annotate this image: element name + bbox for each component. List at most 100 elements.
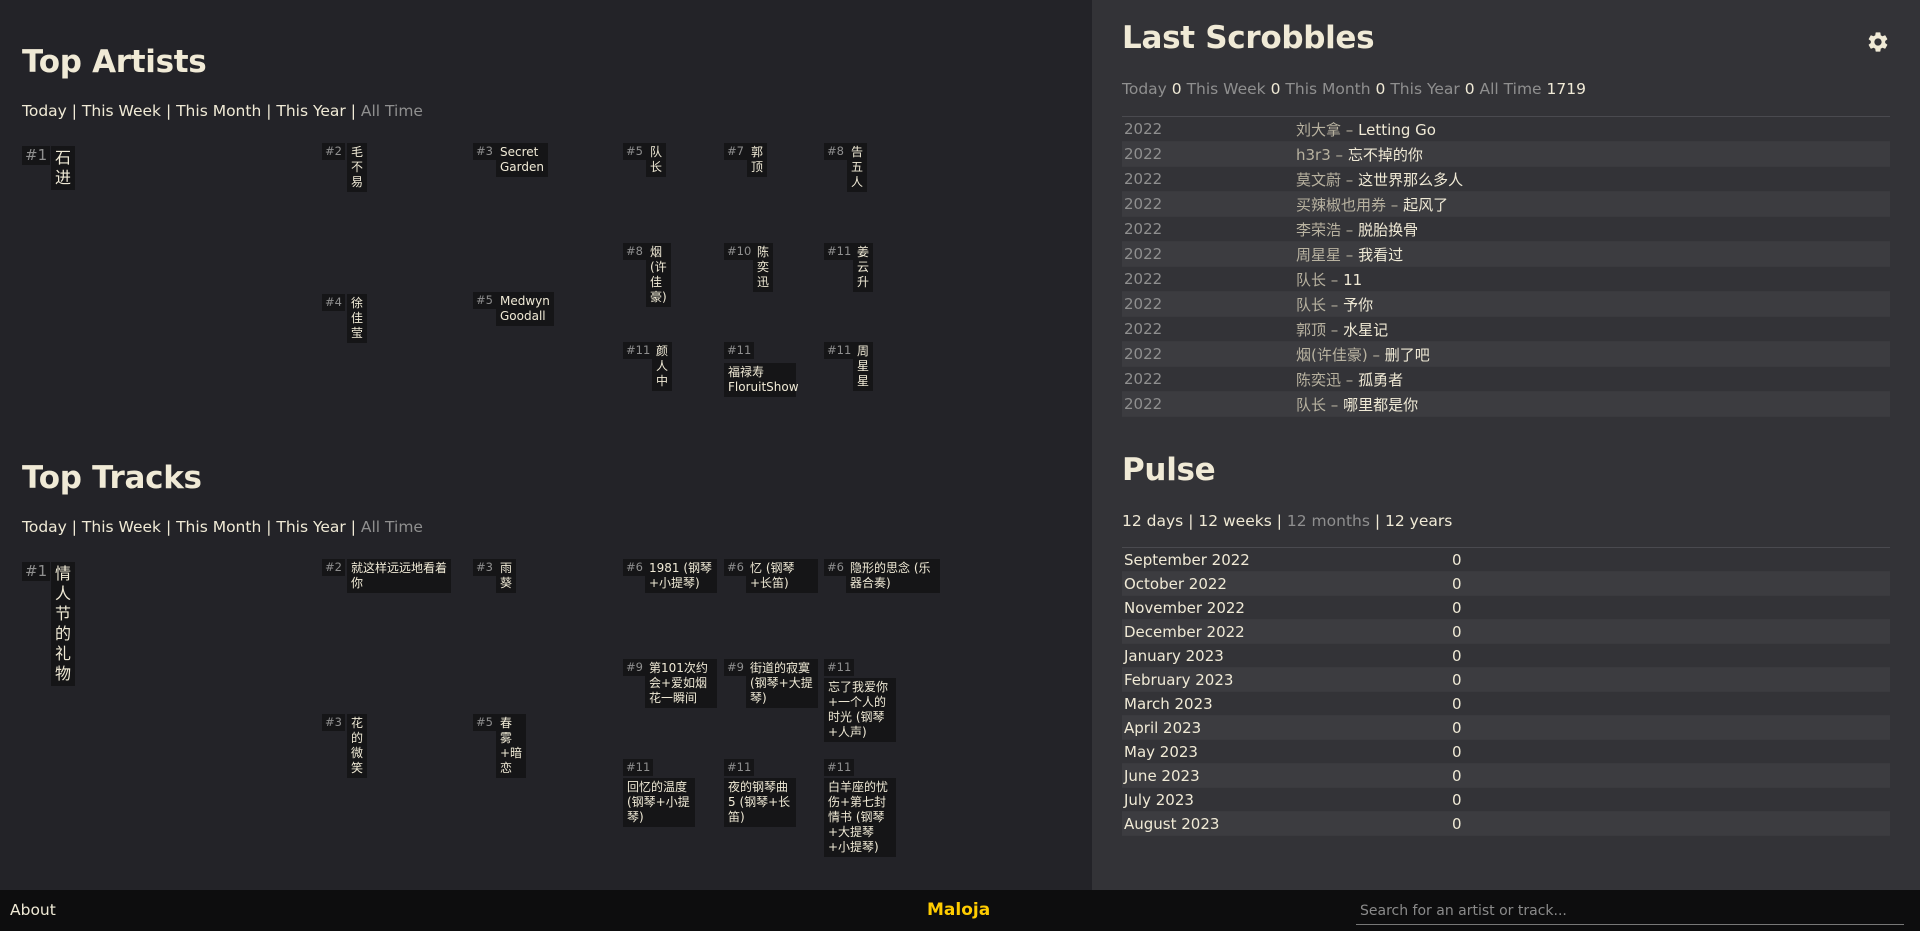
scrobble-row[interactable]: 2022 李荣浩 – 脱胎换骨 <box>1122 216 1890 242</box>
search-input[interactable] <box>1356 898 1904 925</box>
pulse-month[interactable]: May 2023 <box>1122 739 1450 764</box>
scrobble-artist[interactable]: 队长 <box>1296 296 1326 314</box>
track-name: 第101次约会+爱如烟花一瞬间 <box>645 659 717 708</box>
rank-badge: #10 <box>724 243 755 260</box>
scrobble-entry: 陈奕迅 – 孤勇者 <box>1294 366 1890 392</box>
scrobble-track[interactable]: 忘不掉的你 <box>1348 146 1423 164</box>
pulse-month[interactable]: October 2022 <box>1122 571 1450 596</box>
brand-logo[interactable]: Maloja <box>927 900 990 920</box>
scrobble-artist[interactable]: 队长 <box>1296 396 1326 414</box>
pulse-month[interactable]: March 2023 <box>1122 691 1450 716</box>
scrobble-artist[interactable]: 买辣椒也用券 <box>1296 196 1386 214</box>
scrobble-row[interactable]: 2022 队长 – 予你 <box>1122 291 1890 317</box>
pulse-month[interactable]: February 2023 <box>1122 667 1450 692</box>
filter-this-month[interactable]: This Month <box>176 102 261 120</box>
pulse-month[interactable]: August 2023 <box>1122 811 1450 836</box>
scrobble-time: 2022 <box>1122 266 1294 292</box>
pulse-month[interactable]: December 2022 <box>1122 619 1450 644</box>
pulse-month[interactable]: November 2022 <box>1122 595 1450 620</box>
about-link[interactable]: About <box>10 901 56 919</box>
pulse-month[interactable]: September 2022 <box>1122 547 1450 572</box>
scrobble-row[interactable]: 2022 陈奕迅 – 孤勇者 <box>1122 366 1890 392</box>
scrobble-artist[interactable]: 莫文蔚 <box>1296 171 1341 189</box>
scrobble-artist[interactable]: 刘大拿 <box>1296 121 1341 139</box>
scrobble-track[interactable]: 删了吧 <box>1385 346 1430 364</box>
pulse-count: 0 <box>1450 691 1890 716</box>
count-label[interactable]: This Year <box>1390 80 1459 98</box>
pulse-row: March 2023 0 <box>1122 691 1890 716</box>
scrobble-entry: 买辣椒也用券 – 起风了 <box>1294 191 1890 217</box>
rank-badge: #5 <box>473 714 496 731</box>
last-scrobbles-title: Last Scrobbles <box>1122 20 1375 56</box>
scrobble-time: 2022 <box>1122 116 1294 142</box>
scrobble-row[interactable]: 2022 买辣椒也用券 – 起风了 <box>1122 191 1890 217</box>
filter-this-week[interactable]: This Week <box>82 518 161 536</box>
scrobble-artist[interactable]: h3r3 <box>1296 146 1331 164</box>
count-value: 0 <box>1270 80 1281 98</box>
pulse-row: September 2022 0 <box>1122 547 1890 572</box>
count-label[interactable]: This Month <box>1285 80 1370 98</box>
scrobble-row[interactable]: 2022 郭顶 – 水星记 <box>1122 316 1890 342</box>
pulse-count: 0 <box>1450 595 1890 620</box>
filter-this-week[interactable]: This Week <box>82 102 161 120</box>
count-label[interactable]: All Time <box>1480 80 1542 98</box>
scrobble-track[interactable]: Letting Go <box>1358 121 1436 139</box>
scrobble-track[interactable]: 予你 <box>1343 296 1373 314</box>
artist-name: Secret Garden <box>496 143 548 177</box>
scrobble-artist[interactable]: 队长 <box>1296 271 1326 289</box>
rank-badge: #8 <box>623 243 646 260</box>
top-tracks-filters: Today | This Week | This Month | This Ye… <box>22 518 423 536</box>
filter-12-days[interactable]: 12 days <box>1122 512 1183 530</box>
track-name: 1981 (钢琴+小提琴) <box>645 559 717 593</box>
scrobble-artist[interactable]: 烟(许佳豪) <box>1296 346 1368 364</box>
pulse-month[interactable]: April 2023 <box>1122 715 1450 740</box>
scrobble-track[interactable]: 脱胎换骨 <box>1358 221 1418 239</box>
scrobble-track[interactable]: 哪里都是你 <box>1343 396 1418 414</box>
filter-12-years[interactable]: 12 years <box>1385 512 1452 530</box>
filter-12-months[interactable]: 12 months <box>1287 512 1370 530</box>
filter-12-weeks[interactable]: 12 weeks <box>1198 512 1271 530</box>
scrobble-row[interactable]: 2022 刘大拿 – Letting Go <box>1122 116 1890 142</box>
scrobble-artist[interactable]: 郭顶 <box>1296 321 1326 339</box>
artist-name: 石进 <box>51 146 76 190</box>
rank-badge: #5 <box>623 143 646 160</box>
filter-this-month[interactable]: This Month <box>176 518 261 536</box>
pulse-month[interactable]: June 2023 <box>1122 763 1450 788</box>
scrobble-track[interactable]: 起风了 <box>1403 196 1448 214</box>
scrobble-track[interactable]: 11 <box>1343 271 1362 289</box>
track-name: 隐形的思念 (乐器合奏) <box>846 559 940 593</box>
pulse-month[interactable]: January 2023 <box>1122 643 1450 668</box>
gear-icon[interactable] <box>1866 30 1890 54</box>
scrobble-entry: 郭顶 – 水星记 <box>1294 316 1890 342</box>
filter-this-year[interactable]: This Year <box>276 518 345 536</box>
pulse-row: November 2022 0 <box>1122 595 1890 620</box>
filter-today[interactable]: Today <box>22 102 67 120</box>
filter-all-time[interactable]: All Time <box>361 518 423 536</box>
pulse-month[interactable]: July 2023 <box>1122 787 1450 812</box>
artist-name: 周星星 <box>853 342 874 391</box>
scrobble-row[interactable]: 2022 烟(许佳豪) – 删了吧 <box>1122 341 1890 367</box>
scrobble-row[interactable]: 2022 莫文蔚 – 这世界那么多人 <box>1122 166 1890 192</box>
scrobble-track[interactable]: 这世界那么多人 <box>1358 171 1463 189</box>
rank-badge: #8 <box>824 143 847 160</box>
scrobble-artist[interactable]: 李荣浩 <box>1296 221 1341 239</box>
rank-badge: #11 <box>824 243 855 260</box>
scrobble-row[interactable]: 2022 队长 – 11 <box>1122 266 1890 292</box>
filter-this-year[interactable]: This Year <box>276 102 345 120</box>
scrobble-row[interactable]: 2022 周星星 – 我看过 <box>1122 241 1890 267</box>
scrobble-track[interactable]: 我看过 <box>1358 246 1403 264</box>
scrobble-artist[interactable]: 周星星 <box>1296 246 1341 264</box>
scrobble-track[interactable]: 孤勇者 <box>1358 371 1403 389</box>
scrobble-track[interactable]: 水星记 <box>1343 321 1388 339</box>
top-artists-filters: Today | This Week | This Month | This Ye… <box>22 102 423 120</box>
track-name: 春雾+暗恋 <box>496 714 527 778</box>
scrobble-artist[interactable]: 陈奕迅 <box>1296 371 1341 389</box>
filter-today[interactable]: Today <box>22 518 67 536</box>
count-label[interactable]: This Week <box>1187 80 1266 98</box>
count-label[interactable]: Today <box>1122 80 1167 98</box>
pulse-row: October 2022 0 <box>1122 571 1890 596</box>
scrobble-row[interactable]: 2022 队长 – 哪里都是你 <box>1122 391 1890 417</box>
filter-all-time[interactable]: All Time <box>361 102 423 120</box>
top-tracks-title: Top Tracks <box>22 460 202 496</box>
scrobble-row[interactable]: 2022 h3r3 – 忘不掉的你 <box>1122 141 1890 167</box>
